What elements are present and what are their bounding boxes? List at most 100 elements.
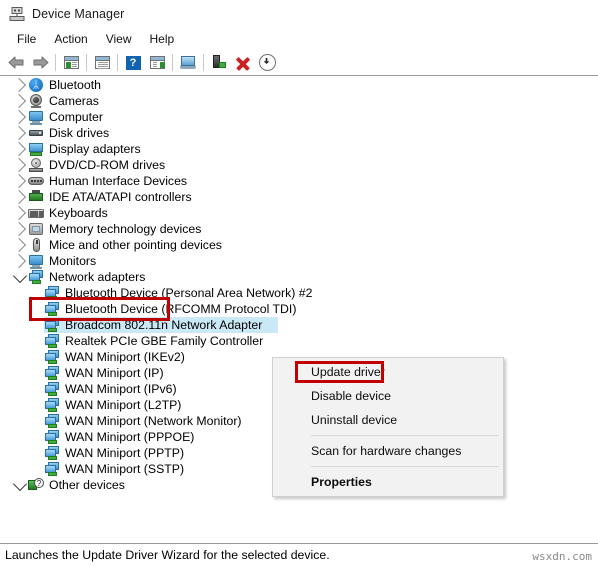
tree-item-label: Display adapters (49, 142, 141, 156)
properties-button[interactable] (90, 52, 114, 74)
tree-item-label: WAN Miniport (PPTP) (65, 446, 185, 460)
update-driver-button[interactable] (207, 52, 231, 74)
tree-item-label: WAN Miniport (IP) (65, 366, 164, 380)
disk-drive-icon (28, 125, 44, 141)
tree-item[interactable]: IDE ATA/ATAPI controllers (0, 189, 598, 205)
network-adapter-icon (44, 333, 60, 349)
tree-item-label: Monitors (49, 254, 97, 268)
tree-item[interactable]: Memory technology devices (0, 221, 598, 237)
keyboard-icon (28, 205, 44, 221)
context-menu-item[interactable]: Update driver (273, 360, 503, 384)
tree-item-label: WAN Miniport (PPPOE) (65, 430, 195, 444)
context-menu-item[interactable]: Properties (273, 470, 503, 494)
network-adapter-icon (44, 413, 60, 429)
chevron-right-icon[interactable] (11, 77, 28, 93)
tree-item[interactable]: Human Interface Devices (0, 173, 598, 189)
chevron-right-icon[interactable] (11, 221, 28, 237)
tree-item[interactable]: Bluetooth Device (Personal Area Network)… (0, 285, 598, 301)
network-adapter-icon (44, 365, 60, 381)
other-devices-warning-icon: ? (28, 477, 44, 493)
tree-item[interactable]: DVD/CD-ROM drives (0, 157, 598, 173)
back-button[interactable] (4, 52, 28, 74)
network-adapter-icon (44, 461, 60, 477)
chevron-right-icon[interactable] (11, 157, 28, 173)
menu-action[interactable]: Action (45, 30, 96, 48)
network-adapter-icon (44, 445, 60, 461)
network-adapter-icon (44, 349, 60, 365)
tree-item[interactable]: Computer (0, 109, 598, 125)
tree-item-label: Cameras (49, 94, 99, 108)
chevron-right-icon[interactable] (11, 141, 28, 157)
watermark: wsxdn.com (532, 550, 592, 563)
disable-device-button[interactable] (255, 52, 279, 74)
tree-item-label: Bluetooth Device (Personal Area Network)… (65, 286, 313, 300)
chevron-right-icon[interactable] (11, 205, 28, 221)
tree-item[interactable]: Mice and other pointing devices (0, 237, 598, 253)
show-hide-action-pane-button[interactable] (145, 52, 169, 74)
tree-item[interactable]: Realtek PCIe GBE Family Controller (0, 333, 598, 349)
tree-item[interactable]: Keyboards (0, 205, 598, 221)
tree-item[interactable]: Broadcom 802.11n Network Adapter (0, 317, 598, 333)
toolbar-separator (172, 54, 173, 71)
tree-item-label: Other devices (49, 478, 125, 492)
driver-plug-icon (212, 55, 226, 70)
network-adapter-icon (44, 397, 60, 413)
ide-controller-icon (28, 189, 44, 205)
tree-item[interactable]: Bluetooth Device (RFCOMM Protocol TDI) (0, 301, 598, 317)
chevron-right-icon[interactable] (11, 253, 28, 269)
help-button[interactable]: ? (121, 52, 145, 74)
chevron-right-icon[interactable] (11, 93, 28, 109)
context-menu-item[interactable]: Disable device (273, 384, 503, 408)
tree-item-label: WAN Miniport (IKEv2) (65, 350, 185, 364)
mouse-icon (28, 237, 44, 253)
tree-item-label: Broadcom 802.11n Network Adapter (65, 318, 263, 332)
chevron-down-icon[interactable] (12, 268, 28, 285)
red-x-icon (236, 56, 250, 71)
help-question-icon: ? (125, 55, 141, 70)
chevron-right-icon[interactable] (11, 173, 28, 189)
tree-item[interactable]: Network adapters (0, 268, 598, 285)
camera-icon (28, 93, 44, 109)
context-menu-separator (311, 435, 499, 436)
hid-icon (28, 173, 44, 189)
chevron-right-icon[interactable] (11, 237, 28, 253)
down-arrow-circle-icon (258, 54, 276, 71)
toolbar: ? (0, 50, 598, 76)
menu-view[interactable]: View (97, 30, 141, 48)
chevron-right-icon[interactable] (11, 109, 28, 125)
menu-file[interactable]: File (8, 30, 45, 48)
back-arrow-icon (8, 56, 23, 69)
tree-item-label: Realtek PCIe GBE Family Controller (65, 334, 264, 348)
tree-item[interactable]: ᛦ Bluetooth (0, 77, 598, 93)
tree-item-label: IDE ATA/ATAPI controllers (49, 190, 192, 204)
context-menu-item[interactable]: Scan for hardware changes (273, 439, 503, 463)
tree-item[interactable]: Monitors (0, 253, 598, 269)
tree-item[interactable]: Cameras (0, 93, 598, 109)
tree-item[interactable]: Disk drives (0, 125, 598, 141)
tree-item-label: WAN Miniport (SSTP) (65, 462, 185, 476)
tree-item[interactable]: Display adapters (0, 141, 598, 157)
scan-for-hardware-changes-button[interactable] (176, 52, 200, 74)
forward-arrow-icon (33, 56, 48, 69)
computer-icon (28, 109, 44, 125)
chevron-right-icon[interactable] (11, 189, 28, 205)
tree-item-label: Memory technology devices (49, 222, 202, 236)
uninstall-device-button[interactable] (231, 52, 255, 74)
tree-item-label: Disk drives (49, 126, 110, 140)
menu-help[interactable]: Help (141, 30, 184, 48)
forward-button[interactable] (28, 52, 52, 74)
context-menu[interactable]: Update driver Disable device Uninstall dev… (272, 357, 504, 497)
display-adapter-icon (28, 141, 44, 157)
tree-item-label: Bluetooth Device (RFCOMM Protocol TDI) (65, 302, 297, 316)
context-menu-item[interactable]: Uninstall device (273, 408, 503, 432)
show-hide-console-tree-button[interactable] (59, 52, 83, 74)
tree-item-label: Human Interface Devices (49, 174, 188, 188)
console-tree-icon (63, 56, 79, 69)
window-title: Device Manager (32, 7, 125, 21)
tree-item-label: WAN Miniport (IPv6) (65, 382, 177, 396)
tree-item-label: Mice and other pointing devices (49, 238, 222, 252)
chevron-right-icon[interactable] (11, 125, 28, 141)
tree-item-label: Bluetooth (49, 78, 101, 92)
bluetooth-icon: ᛦ (28, 77, 44, 93)
chevron-down-icon[interactable] (12, 476, 28, 493)
